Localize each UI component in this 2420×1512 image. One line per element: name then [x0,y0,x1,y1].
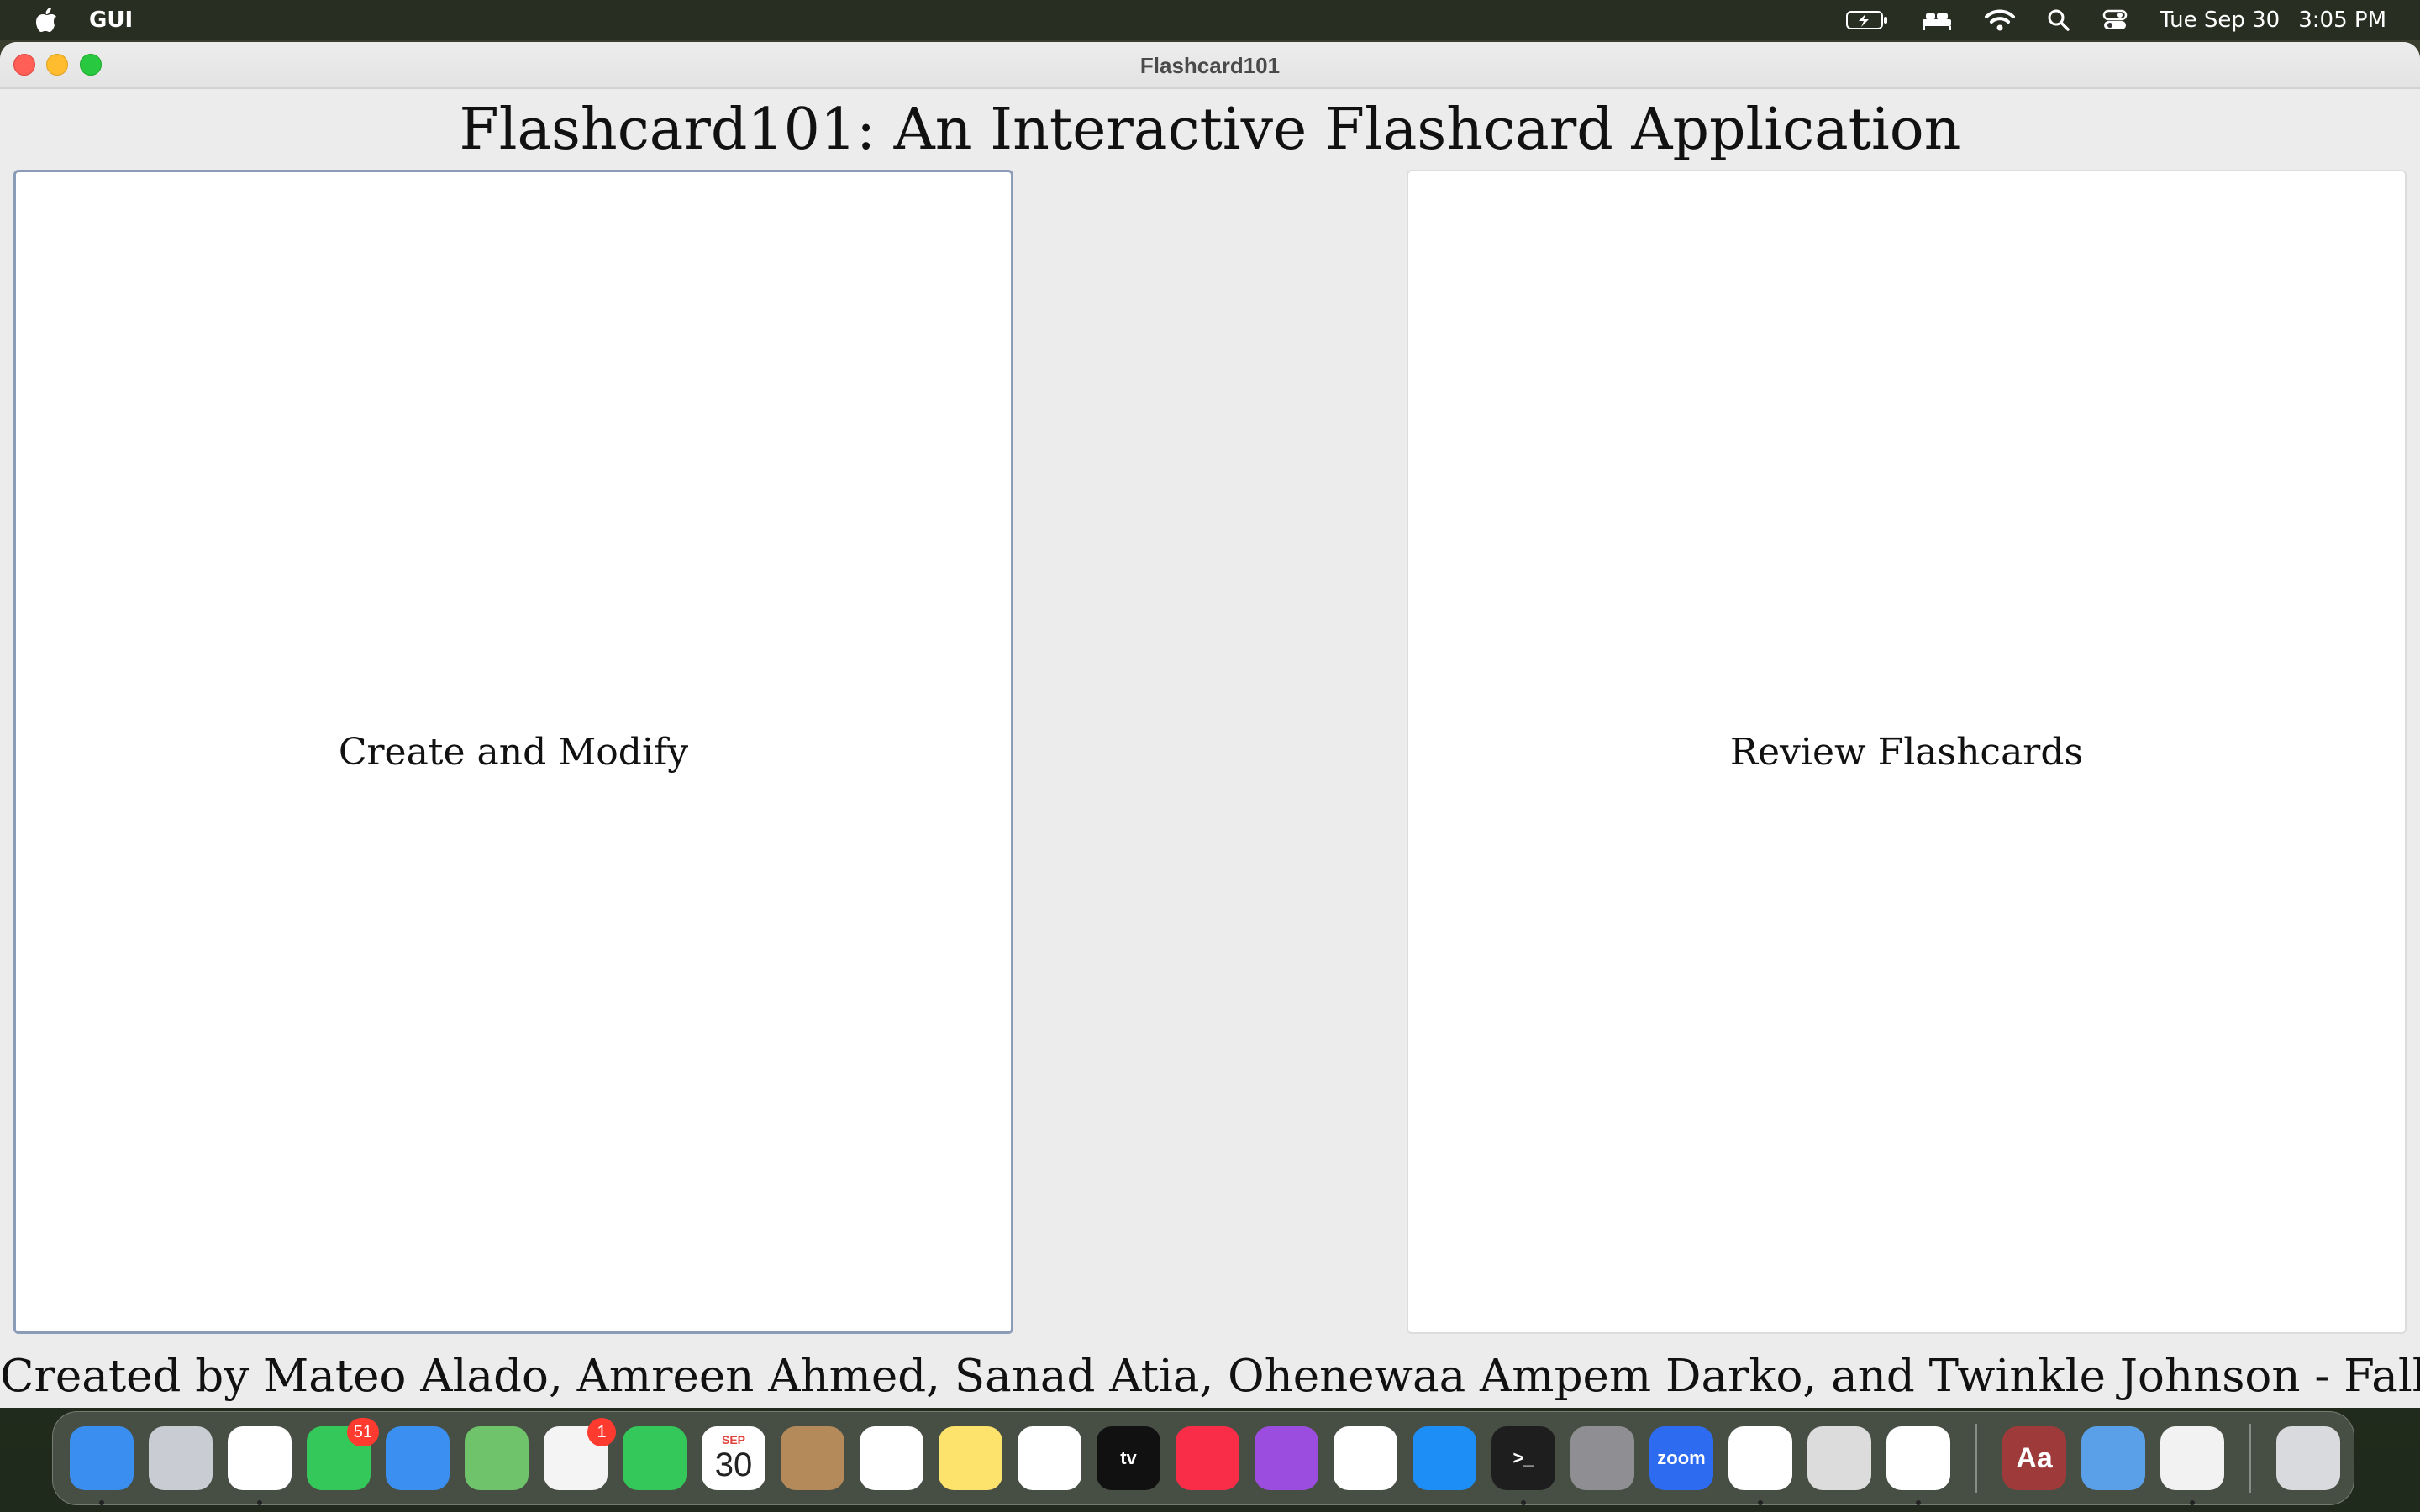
finder-icon[interactable] [70,1426,134,1505]
dock-app-label: tv [1120,1447,1137,1468]
dock-app-label: >_ [1512,1447,1534,1468]
create-and-modify-button[interactable]: Create and Modify [13,170,1013,1334]
credits-footer: Created by Mateo Alado, Amreen Ahmed, Sa… [0,1351,2420,1402]
dock-separator [1975,1424,1977,1493]
app-heading: Flashcard101: An Interactive Flashcard A… [459,97,1961,163]
freeform-icon[interactable] [1018,1426,1081,1490]
create-and-modify-label: Create and Modify [338,730,689,774]
wifi-icon[interactable] [1985,8,2016,32]
terminal-icon[interactable]: >_ [1491,1426,1555,1505]
running-indicator [257,1500,262,1505]
calendar-day: 30 [714,1446,753,1483]
facetime-icon[interactable] [623,1426,687,1490]
dock-app-label: Aa [2016,1441,2053,1474]
network-globe-icon[interactable] [2081,1426,2145,1490]
chrome-icon[interactable] [228,1426,292,1505]
control-center-icon[interactable] [2102,8,2128,32]
dictionary-icon[interactable]: Aa [2002,1426,2066,1490]
calendar-month: SEP [721,1433,745,1446]
news-icon[interactable] [1334,1426,1397,1490]
music-icon[interactable] [1176,1426,1239,1490]
iphone-mirroring-icon[interactable] [1807,1426,1871,1490]
instruments-icon[interactable] [1886,1426,1950,1505]
maps-icon[interactable] [465,1426,529,1490]
window-title: Flashcard101 [1139,53,1281,78]
running-indicator [1521,1500,1526,1505]
running-indicator [99,1500,104,1505]
app-window: Flashcard101 Flashcard101: An Interactiv… [0,42,2420,1408]
mail-icon[interactable] [386,1426,450,1490]
review-flashcards-label: Review Flashcards [1729,730,2084,774]
photos-icon[interactable]: 1 [544,1418,616,1490]
notification-badge: 51 [346,1418,379,1446]
running-indicator [2190,1500,2195,1505]
menu-bar: GUI Tue Sep 30 3:05 PM [0,0,2420,40]
reminders-icon[interactable] [860,1426,923,1490]
trash-icon[interactable] [2276,1426,2340,1490]
battery-charging-icon[interactable] [1845,9,1889,31]
menu-date: Tue Sep 30 [2160,8,2281,33]
podcasts-icon[interactable] [1255,1426,1318,1490]
search-icon[interactable] [2047,8,2070,32]
app-store-icon[interactable] [1413,1426,1476,1490]
review-flashcards-button[interactable]: Review Flashcards [1407,170,2407,1334]
menu-app-name[interactable]: GUI [89,8,133,33]
messages-icon[interactable]: 51 [307,1418,379,1490]
menu-clock[interactable]: Tue Sep 30 3:05 PM [2160,8,2386,33]
bed-icon[interactable] [1921,9,1953,31]
running-indicator [1916,1500,1921,1505]
contacts-icon[interactable] [781,1426,844,1490]
apple-icon[interactable] [32,6,60,34]
notification-badge: 1 [587,1418,616,1446]
system-settings-icon[interactable] [1570,1426,1634,1490]
apple-tv-icon[interactable]: tv [1097,1426,1160,1490]
window-titlebar[interactable]: Flashcard101 [0,42,2420,89]
dock: 51 1 SEP 30 tv >_ zoom Aa [52,1411,2354,1505]
launchpad-icon[interactable] [149,1426,213,1490]
dock-separator [2249,1424,2251,1493]
dock-app-label: zoom [1657,1447,1706,1468]
notes-icon[interactable] [939,1426,1002,1490]
zoom-icon[interactable]: zoom [1649,1426,1713,1490]
calendar-icon[interactable]: SEP 30 [702,1426,765,1490]
java-icon[interactable] [2160,1426,2224,1505]
menu-time: 3:05 PM [2298,8,2386,33]
vscode-icon[interactable] [1728,1426,1792,1505]
running-indicator [1758,1500,1763,1505]
